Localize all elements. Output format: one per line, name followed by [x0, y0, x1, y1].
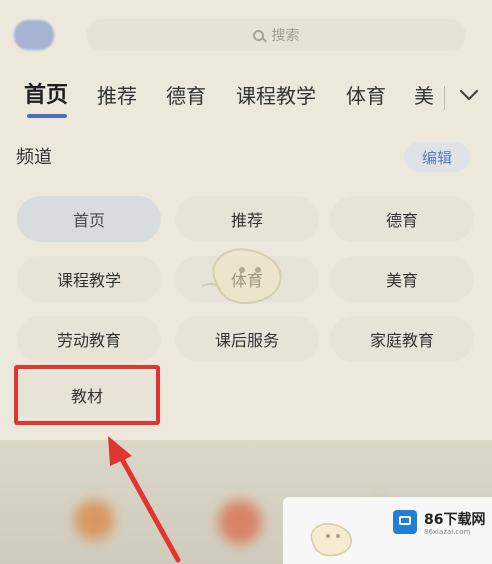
edit-button[interactable]: 编辑 [404, 142, 470, 172]
tab-sports[interactable]: 体育 [346, 78, 386, 114]
highlight-box [14, 365, 160, 425]
watermark-url: 86xiazai.com [424, 528, 471, 536]
tab-arts[interactable]: 美 [414, 78, 434, 114]
brand-logo-icon [393, 510, 417, 534]
channel-chip-home[interactable]: 首页 [17, 196, 161, 242]
tab-divider [444, 86, 445, 110]
channel-chip-arts[interactable]: 美育 [330, 256, 474, 302]
search-placeholder: 搜索 [271, 28, 300, 44]
channel-chip-curriculum[interactable]: 课程教学 [17, 256, 161, 302]
site-watermark: 86下载网 86xiazai.com [283, 497, 492, 564]
section-title: 频道 [16, 147, 52, 168]
search-icon [252, 29, 264, 41]
watermark-brand: 86下载网 [424, 512, 486, 528]
channel-tabs: 首页 推荐 德育 课程教学 体育 美 [0, 78, 450, 122]
tab-recommend[interactable]: 推荐 [97, 78, 137, 114]
channel-chip-after-school[interactable]: 课后服务 [175, 316, 319, 362]
avatar[interactable] [14, 20, 54, 50]
channel-chip-recommend[interactable]: 推荐 [175, 196, 319, 242]
search-bar[interactable]: 搜索 [86, 19, 466, 51]
channel-chip-labor-education[interactable]: 劳动教育 [17, 316, 161, 362]
mascot-watermark [201, 248, 282, 304]
channel-chip-family-education[interactable]: 家庭教育 [330, 316, 474, 362]
mascot-icon [310, 523, 352, 557]
chevron-down-icon[interactable] [458, 84, 480, 106]
tab-home[interactable]: 首页 [24, 78, 68, 114]
channel-chip-moral-education[interactable]: 德育 [330, 196, 474, 242]
tab-moral-education[interactable]: 德育 [166, 78, 206, 114]
tab-curriculum[interactable]: 课程教学 [236, 78, 316, 114]
active-tab-indicator [27, 114, 67, 118]
top-bar: 搜索 [0, 0, 492, 70]
